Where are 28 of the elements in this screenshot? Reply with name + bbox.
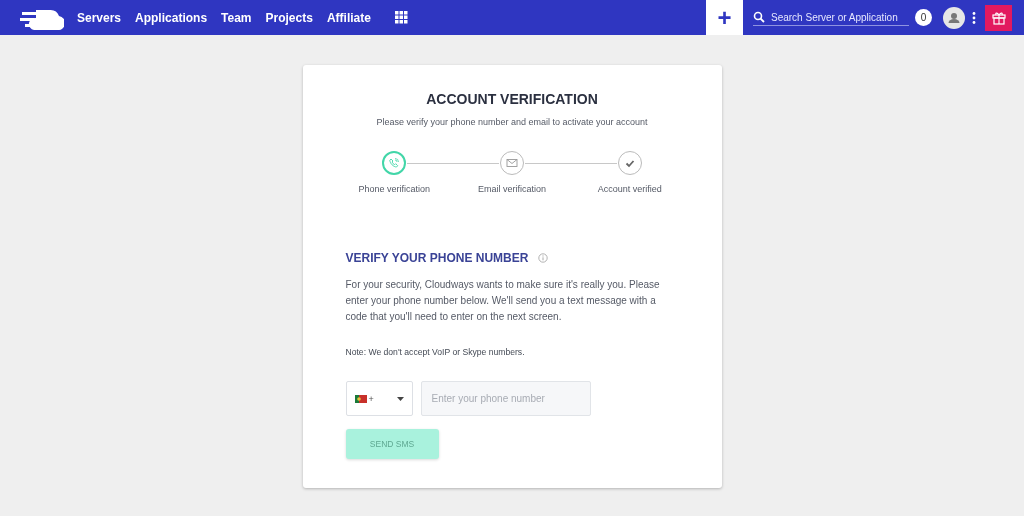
phone-icon	[388, 157, 401, 169]
card-subtitle: Please verify your phone number and email to activate your account	[375, 117, 649, 127]
gift-icon	[991, 10, 1006, 25]
country-select[interactable]: +	[345, 381, 413, 416]
step-label: Phone verification	[358, 184, 431, 194]
phone-input[interactable]: Enter your phone number	[420, 381, 591, 416]
avatar-icon[interactable]	[943, 6, 965, 29]
description: For your security, Cloudways wants to make sure it's really you. Please enter your phone number below. We'll send you a text message with a code that you'll need to enter on the next screen.	[345, 278, 661, 324]
note: Note: We don't accept VoIP or Skype numbers.	[345, 347, 526, 357]
gift-button[interactable]	[985, 4, 1012, 31]
search-icon	[753, 11, 765, 23]
add-button[interactable]: +	[706, 0, 743, 35]
flag-icon	[354, 394, 367, 403]
nav-link[interactable]: Projects	[265, 10, 313, 25]
nav-link[interactable]: Applications	[135, 10, 208, 25]
more-icon[interactable]	[972, 11, 976, 24]
step-label: Account verified	[597, 184, 662, 194]
caret-icon	[396, 396, 404, 401]
card-title: ACCOUNT VERIFICATION	[425, 91, 599, 107]
section-title: VERIFY YOUR PHONE NUMBER	[345, 251, 529, 265]
search-field[interactable]: Search Server or Application	[753, 9, 909, 26]
apps-grid-icon[interactable]	[394, 11, 408, 24]
nav-link[interactable]: Servers	[77, 10, 122, 25]
envelope-icon	[506, 157, 518, 169]
step-label: Email verification	[477, 184, 546, 194]
nav-link[interactable]: Team	[221, 10, 252, 25]
notification-count[interactable]: 0	[915, 9, 932, 26]
nav-link[interactable]: Affiliate	[326, 10, 371, 25]
